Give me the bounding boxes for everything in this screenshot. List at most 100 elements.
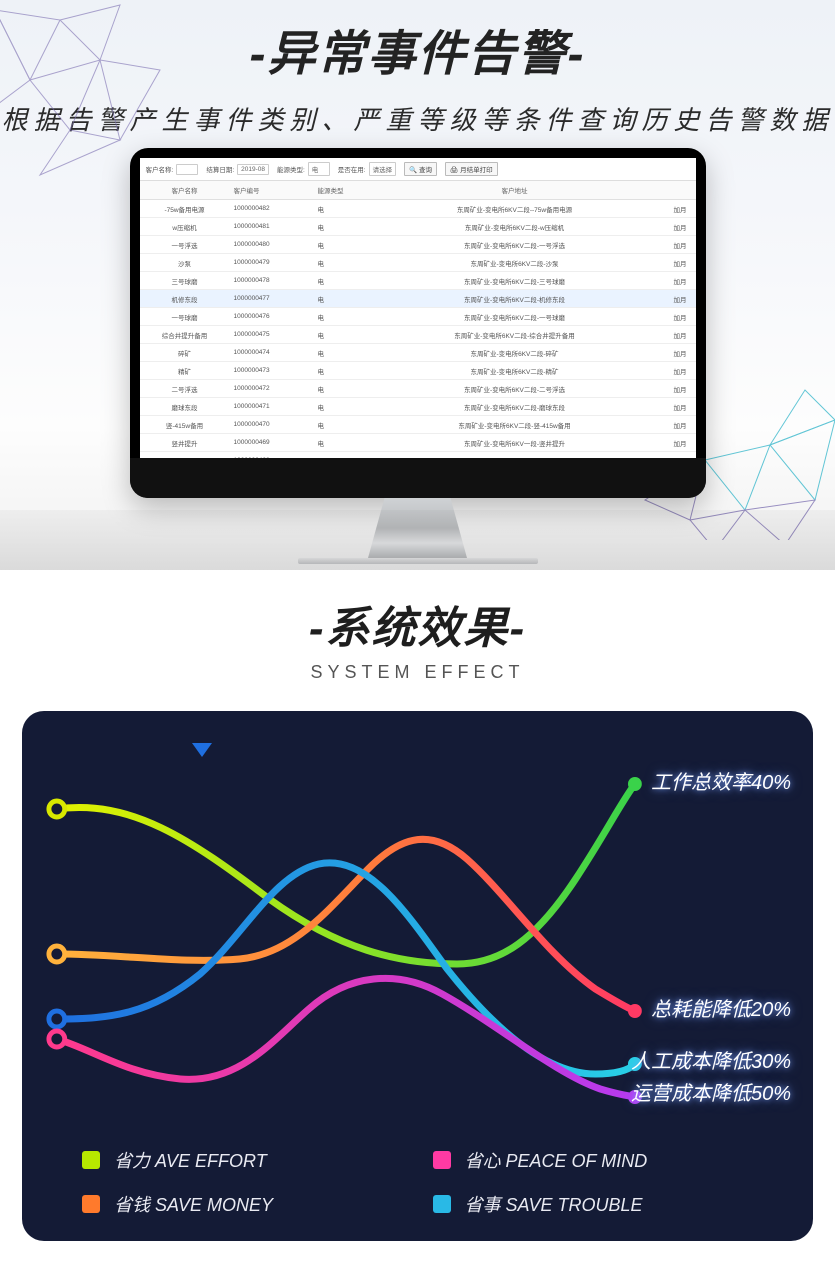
table-cell: 1000000479: [230, 254, 314, 272]
table-cell: 1000000478: [230, 272, 314, 290]
table-cell: 1000000481: [230, 218, 314, 236]
table-cell: w压缩机: [140, 218, 230, 236]
section2-subtitle: SYSTEM EFFECT: [0, 662, 835, 683]
table-cell: 加月: [670, 380, 696, 398]
table-row[interactable]: 竖井提升1000000469电东周矿业-变电所6KV一段-竖井提升加月: [140, 434, 696, 452]
table-cell: 加月: [670, 218, 696, 236]
table-row[interactable]: 沙泵1000000479电东周矿业-变电所6KV二段-沙泵加月: [140, 254, 696, 272]
table-row[interactable]: 一号球磨1000000476电东周矿业-变电所6KV二段-一号球磨加月: [140, 308, 696, 326]
legend-peace-of-mind: 省心 PEACE OF MIND: [433, 1147, 754, 1173]
select-energy-type[interactable]: 电: [308, 162, 330, 176]
table-cell: 1000000471: [230, 398, 314, 416]
swatch-icon: [82, 1195, 100, 1213]
table-cell: 东周矿业-变电所6KV一段-竖井提升: [360, 434, 670, 452]
printer-icon: 🖨: [450, 167, 458, 174]
col-customer-addr[interactable]: 客户地址: [360, 181, 670, 200]
table-cell: 电: [314, 254, 360, 272]
table-cell: 加月: [670, 254, 696, 272]
table-cell: 加月: [670, 290, 696, 308]
query-toolbar: 客户名称: 结算日期:2019-08 能源类型:电 是否在用:请选择 🔍 查询 …: [140, 158, 696, 181]
series-mind: [57, 978, 635, 1097]
search-icon: 🔍: [409, 167, 417, 174]
table-row[interactable]: 二号浮选1000000472电东周矿业-变电所6KV二段-二号浮选加月: [140, 380, 696, 398]
table-cell: 东周矿业-变电所6KV二段-精矿: [360, 362, 670, 380]
table-cell: 1000000476: [230, 308, 314, 326]
col-energy-type[interactable]: 能源类型: [314, 181, 360, 200]
table-cell: 加月: [670, 434, 696, 452]
ground-shadow: [0, 510, 835, 570]
table-row[interactable]: 磨球东段1000000471电东周矿业-变电所6KV二段-磨球东段加月: [140, 398, 696, 416]
table-row[interactable]: 综合井提升备用1000000475电东周矿业-变电所6KV二段-综合井提升备用加…: [140, 326, 696, 344]
table-cell: 东周矿业-变电所6KV二段-二号浮选: [360, 380, 670, 398]
table-cell: 电: [314, 344, 360, 362]
table-cell: 电: [314, 398, 360, 416]
table-row[interactable]: 一号浮选1000000480电东周矿业-变电所6KV二段-一号浮选加月: [140, 236, 696, 254]
table-cell: 1000000469: [230, 434, 314, 452]
table-cell: 1000000475: [230, 326, 314, 344]
label-date: 结算日期:: [206, 164, 234, 174]
monitor-chin: [130, 458, 706, 498]
legend-save-trouble: 省事 SAVE TROUBLE: [433, 1191, 754, 1217]
label-efficiency: 工作总效率40%: [651, 766, 791, 795]
table-cell: 磨球东段: [140, 398, 230, 416]
table-header-row: 客户名称 客户编号 能源类型 客户地址: [140, 181, 696, 200]
table-cell: 电: [314, 290, 360, 308]
legend-effort: 省力 AVE EFFORT: [82, 1147, 403, 1173]
input-customer-name[interactable]: [176, 164, 198, 175]
table-cell: 加月: [670, 398, 696, 416]
table-row[interactable]: -75w备用电源1000000482电东周矿业-变电所6KV二段--75w备用电…: [140, 200, 696, 218]
alarm-data-table: 客户名称 客户编号 能源类型 客户地址 -75w备用电源1000000482电东…: [140, 181, 696, 458]
table-cell: 加月: [670, 308, 696, 326]
table-cell: 加月: [670, 236, 696, 254]
table-cell: 机修东段: [140, 290, 230, 308]
table-cell: 东周矿业-变电所6KV二段-一号浮选: [360, 236, 670, 254]
table-cell: 一号球磨: [140, 308, 230, 326]
table-cell: 东周矿业-变电所6KV二段-沙泵: [360, 254, 670, 272]
label-energy-type: 能源类型:: [277, 164, 305, 174]
swatch-icon: [433, 1195, 451, 1213]
table-cell: 1000000473: [230, 362, 314, 380]
table-cell: 沙泵: [140, 254, 230, 272]
table-row[interactable]: 碎矿1000000474电东周矿业-变电所6KV二段-碎矿加月: [140, 344, 696, 362]
table-cell: 东周矿业-变电所6KV二段-磨球东段: [360, 398, 670, 416]
table-cell: 加月: [670, 416, 696, 434]
table-row[interactable]: 机修东段1000000477电东周矿业-变电所6KV二段-机修东段加月: [140, 290, 696, 308]
table-cell: 电: [314, 434, 360, 452]
table-cell: 综合井提升备用: [140, 326, 230, 344]
table-cell: 电: [314, 380, 360, 398]
table-cell: 1000000480: [230, 236, 314, 254]
table-cell: 东周矿业-变电所6KV二段-一号球磨: [360, 308, 670, 326]
table-row[interactable]: w压缩机1000000481电东周矿业-变电所6KV二段-w压缩机加月: [140, 218, 696, 236]
table-cell: 1000000474: [230, 344, 314, 362]
section2-title: -系统效果-: [0, 592, 835, 656]
series-effort: [57, 784, 635, 964]
table-cell: 电: [314, 236, 360, 254]
table-cell: 东周矿业-变电所6KV二段-三号球磨: [360, 272, 670, 290]
table-cell: 东周矿业-变电所6KV二段-机修东段: [360, 290, 670, 308]
table-cell: 电: [314, 308, 360, 326]
col-customer-id[interactable]: 客户编号: [230, 181, 314, 200]
alarm-section: -异常事件告警- 根据告警产生事件类别、严重等级等条件查询历史告警数据 客户名称…: [0, 0, 835, 570]
print-button[interactable]: 🖨 月结单打印: [445, 162, 498, 176]
label-in-use: 是否在用:: [338, 164, 366, 174]
col-customer-name[interactable]: 客户名称: [140, 181, 230, 200]
table-cell: 竖井提升: [140, 434, 230, 452]
label-customer-name: 客户名称:: [146, 164, 174, 174]
input-date[interactable]: 2019-08: [237, 164, 269, 175]
monitor: 客户名称: 结算日期:2019-08 能源类型:电 是否在用:请选择 🔍 查询 …: [130, 148, 706, 564]
monitor-screen: 客户名称: 结算日期:2019-08 能源类型:电 是否在用:请选择 🔍 查询 …: [140, 158, 696, 458]
table-cell: -75w备用电源: [140, 200, 230, 218]
table-cell: 精矿: [140, 362, 230, 380]
table-row[interactable]: 竖-415w备用1000000470电东周矿业-变电所6KV二段-竖-415w备…: [140, 416, 696, 434]
triangle-marker-icon: [192, 743, 212, 757]
table-row[interactable]: 精矿1000000473电东周矿业-变电所6KV二段-精矿加月: [140, 362, 696, 380]
table-row[interactable]: 三号球磨1000000478电东周矿业-变电所6KV二段-三号球磨加月: [140, 272, 696, 290]
table-cell: 二号浮选: [140, 380, 230, 398]
table-cell: 加月: [670, 326, 696, 344]
select-in-use[interactable]: 请选择: [369, 162, 397, 176]
label-labor: 人工成本降低30%: [631, 1045, 791, 1074]
table-cell: 东周矿业-变电所6KV二段--75w备用电源: [360, 200, 670, 218]
table-cell: 1000000472: [230, 380, 314, 398]
query-button[interactable]: 🔍 查询: [404, 162, 437, 176]
swatch-icon: [82, 1151, 100, 1169]
